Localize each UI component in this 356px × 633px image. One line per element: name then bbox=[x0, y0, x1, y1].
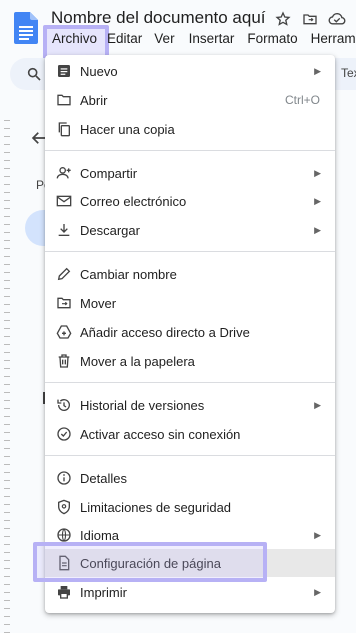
submenu-arrow-icon: ▶ bbox=[314, 167, 321, 178]
submenu-arrow-icon: ▶ bbox=[314, 529, 321, 540]
submenu-arrow-icon: ▶ bbox=[314, 224, 321, 235]
menu-item-sin-conexion[interactable]: Activar acceso sin conexión bbox=[45, 420, 335, 448]
menu-item-mover[interactable]: Mover bbox=[45, 289, 335, 317]
offline-check-icon bbox=[56, 426, 72, 442]
docs-logo-icon[interactable] bbox=[14, 12, 38, 44]
menu-herramientas[interactable]: Herramientas bbox=[311, 30, 356, 48]
star-icon[interactable] bbox=[274, 10, 292, 28]
menu-item-label: Historial de versiones bbox=[80, 397, 205, 413]
history-icon bbox=[56, 397, 72, 413]
google-docs-window: Nombre del documento aquí Archivo Editar… bbox=[0, 0, 356, 633]
menu-item-label: Activar acceso sin conexión bbox=[80, 426, 241, 442]
menu-editar[interactable]: Editar bbox=[107, 30, 154, 48]
menu-item-label: Limitaciones de seguridad bbox=[80, 499, 232, 515]
menu-item-papelera[interactable]: Mover a la papelera bbox=[45, 347, 335, 375]
move-folder-icon[interactable] bbox=[301, 10, 319, 28]
menu-item-label: Cambiar nombre bbox=[80, 266, 177, 282]
menu-item-hacer-copia[interactable]: Hacer una copia bbox=[45, 115, 335, 143]
menu-item-acceso-directo[interactable]: Añadir acceso directo a Drive bbox=[45, 318, 335, 346]
menu-item-label: Imprimir bbox=[80, 584, 127, 600]
menu-item-label: Descargar bbox=[80, 222, 140, 238]
shortcut-label: Ctrl+O bbox=[284, 93, 320, 107]
menu-item-descargar[interactable]: Descargar ▶ bbox=[45, 216, 335, 244]
title-actions bbox=[274, 10, 346, 28]
submenu-arrow-icon: ▶ bbox=[314, 195, 321, 206]
search-icon[interactable] bbox=[26, 66, 42, 82]
menu-item-historial[interactable]: Historial de versiones ▶ bbox=[45, 391, 335, 419]
move-folder-icon bbox=[56, 295, 72, 311]
menu-item-detalles[interactable]: Detalles bbox=[45, 464, 335, 492]
folder-icon bbox=[56, 92, 72, 108]
menu-item-label: Hacer una copia bbox=[80, 121, 175, 137]
mail-icon bbox=[56, 193, 72, 209]
menu-item-label: Nuevo bbox=[80, 63, 118, 79]
submenu-arrow-icon: ▶ bbox=[314, 65, 321, 76]
menu-item-seguridad[interactable]: Limitaciones de seguridad bbox=[45, 493, 335, 521]
menu-bar: Archivo Editar Ver Insertar Formato Herr… bbox=[46, 30, 356, 48]
menu-item-compartir[interactable]: Compartir ▶ bbox=[45, 159, 335, 187]
menu-item-label: Idioma bbox=[80, 527, 120, 543]
menu-item-label: Añadir acceso directo a Drive bbox=[80, 324, 250, 340]
drive-shortcut-icon bbox=[56, 324, 72, 340]
globe-icon bbox=[56, 527, 72, 543]
menu-item-imprimir[interactable]: Imprimir ▶ bbox=[45, 578, 335, 606]
configuracion-highlight bbox=[33, 542, 267, 582]
info-icon bbox=[56, 470, 72, 486]
menu-item-label: Correo electrónico bbox=[80, 193, 187, 209]
menu-item-label: Mover a la papelera bbox=[80, 353, 195, 369]
menu-item-correo[interactable]: Correo electrónico ▶ bbox=[45, 187, 335, 215]
copy-icon bbox=[56, 121, 72, 137]
shield-icon bbox=[56, 499, 72, 515]
person-add-icon bbox=[56, 165, 72, 181]
menu-separator bbox=[45, 251, 335, 252]
menu-insertar[interactable]: Insertar bbox=[189, 30, 248, 48]
toolbar-style-select[interactable]: Tex bbox=[341, 66, 356, 80]
menu-formato[interactable]: Formato bbox=[247, 30, 310, 48]
menu-separator bbox=[45, 150, 335, 151]
menu-archivo[interactable]: Archivo bbox=[46, 30, 103, 48]
vertical-ruler bbox=[0, 120, 14, 633]
menu-item-label: Compartir bbox=[80, 165, 138, 181]
printer-icon bbox=[56, 584, 72, 600]
submenu-arrow-icon: ▶ bbox=[314, 399, 321, 410]
submenu-arrow-icon: ▶ bbox=[314, 586, 321, 597]
cloud-check-icon[interactable] bbox=[328, 10, 346, 28]
download-icon bbox=[56, 222, 72, 238]
trash-icon bbox=[56, 353, 72, 369]
menu-ver[interactable]: Ver bbox=[154, 30, 188, 48]
pencil-icon bbox=[56, 266, 72, 282]
menu-separator bbox=[45, 382, 335, 383]
menu-item-abrir[interactable]: Abrir Ctrl+O bbox=[45, 86, 335, 114]
new-doc-icon bbox=[56, 63, 72, 79]
menu-item-label: Abrir bbox=[80, 92, 108, 108]
menu-item-nuevo[interactable]: Nuevo ▶ bbox=[45, 57, 335, 85]
menu-item-label: Mover bbox=[80, 295, 117, 311]
menu-separator bbox=[45, 455, 335, 456]
file-menu: Nuevo ▶ Abrir Ctrl+O Hacer una copia Com… bbox=[45, 55, 335, 613]
menu-item-label: Detalles bbox=[80, 470, 127, 486]
menu-item-cambiar-nombre[interactable]: Cambiar nombre bbox=[45, 260, 335, 288]
